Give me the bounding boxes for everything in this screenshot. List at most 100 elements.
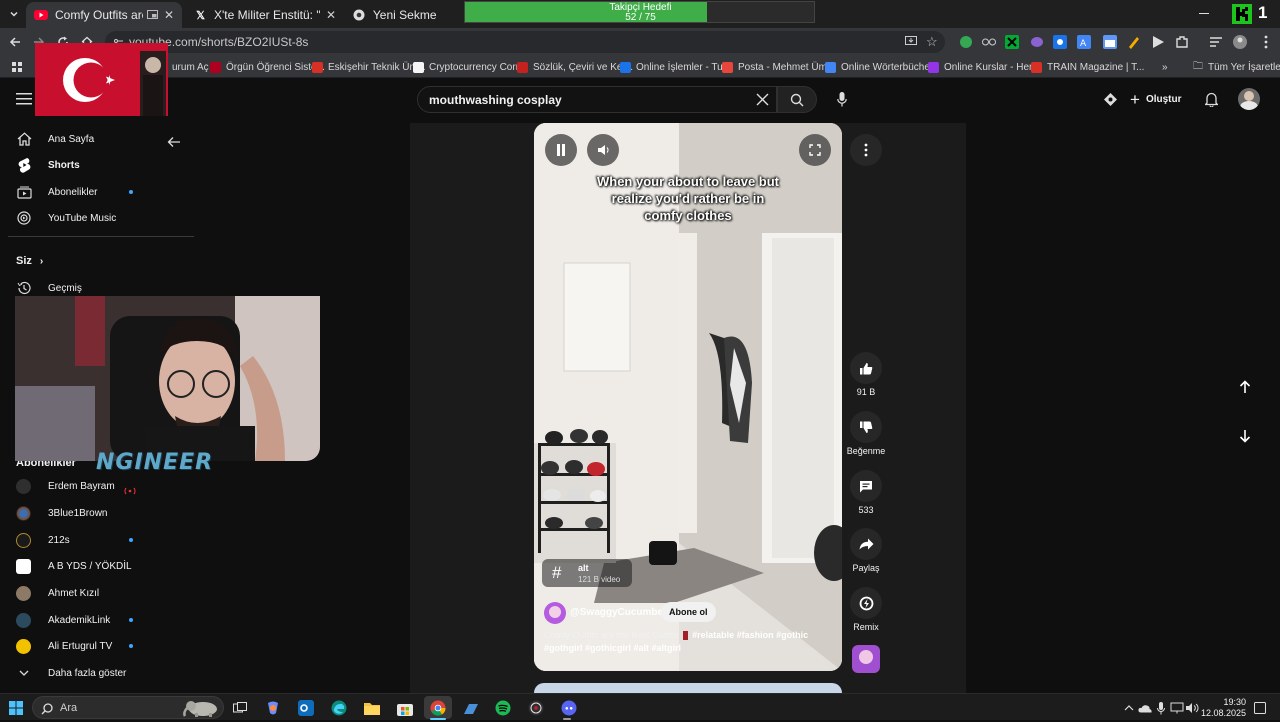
extension-pen-icon[interactable] [1124, 32, 1144, 52]
bookmark-item[interactable]: Online İşlemler - Tu... [620, 59, 731, 75]
bookmark-item[interactable]: Posta - Mehmet Üm... [722, 59, 835, 75]
comments-button[interactable] [850, 470, 882, 502]
show-more-subscriptions[interactable]: Daha fazla göster [16, 664, 126, 682]
reading-list-icon[interactable] [1206, 32, 1226, 52]
subscription-item-akademiklink[interactable]: AkademikLink [16, 611, 110, 629]
account-avatar[interactable] [1238, 88, 1260, 110]
bookmark-item[interactable]: Eskişehir Teknik Üni... [312, 59, 426, 75]
subscription-item-ali-ertugrul-tv[interactable]: Ali Ertugrul TV [16, 637, 112, 655]
bookmark-item[interactable]: TRAIN Magazine | T... [1031, 59, 1144, 75]
obs-studio-icon[interactable] [526, 698, 546, 718]
copilot-icon[interactable] [263, 698, 283, 718]
task-view-icon[interactable] [230, 698, 250, 718]
back-icon[interactable] [5, 32, 25, 52]
fullscreen-button[interactable] [799, 134, 831, 166]
channel-avatar[interactable] [544, 602, 566, 624]
you-section-heading[interactable]: Siz › [16, 255, 43, 267]
subscribe-button[interactable]: Abone ol [661, 602, 716, 622]
tab-new-tab[interactable]: Yeni Sekme [344, 2, 444, 28]
extension-play-icon[interactable] [1148, 32, 1168, 52]
more-bookmarks-chevron-icon[interactable]: » [1162, 59, 1168, 75]
mute-button[interactable] [587, 134, 619, 166]
subscription-item-3blue1brown[interactable]: 3Blue1Brown [16, 504, 107, 522]
youtube-search-input[interactable] [429, 93, 749, 107]
voice-search-microphone-icon[interactable] [832, 89, 852, 109]
outlook-icon[interactable] [296, 698, 316, 718]
bookmark-item[interactable]: Sözlük, Çeviri ve Kel... [517, 59, 633, 75]
tab-youtube-short[interactable]: Comfy Outfits are the Best ✕ [26, 2, 182, 28]
pause-button[interactable] [545, 134, 577, 166]
microsoft-store-icon[interactable] [395, 698, 415, 718]
bookmark-item[interactable]: Cryptocurrency Corr... [413, 59, 527, 75]
profile-avatar-icon[interactable] [1230, 32, 1250, 52]
bookmarks-bar: urum Aç Örgün Öğrenci Siste... Eskişehir… [0, 56, 1280, 78]
app-screenshot-icon[interactable] [461, 698, 481, 718]
create-button[interactable]: + Oluştur [1130, 89, 1182, 109]
tab-x-post[interactable]: 𝕏 X'te Militer Enstitü: "Ekrem İmam ✕ [186, 2, 344, 28]
hashtag-chip[interactable]: # alt 121 B video [542, 559, 632, 587]
sidebar-item-youtube-music[interactable]: YouTube Music [16, 209, 116, 227]
notification-center-icon[interactable] [1250, 698, 1270, 718]
next-short-arrow-icon[interactable] [1235, 426, 1255, 446]
subscription-item-ab-yds[interactable]: A B YDS / YÖKDİL [16, 557, 132, 575]
previous-short-arrow-icon[interactable] [1235, 377, 1255, 397]
windows-start-icon[interactable] [6, 698, 26, 718]
install-app-icon[interactable] [904, 34, 918, 53]
taskbar-search-box[interactable]: Ara [32, 696, 224, 719]
youtube-favicon-icon [34, 8, 48, 22]
extension-x-icon[interactable] [1002, 32, 1022, 52]
bookmark-item[interactable]: Online Kurslar - Her... [928, 59, 1040, 75]
chrome-taskbar-icon[interactable] [424, 696, 452, 719]
extension-camera-icon[interactable] [1050, 32, 1070, 52]
subscription-item-212s[interactable]: 212s [16, 531, 70, 549]
remix-button[interactable] [850, 587, 882, 619]
studio-icon[interactable] [1100, 89, 1120, 109]
edge-browser-icon[interactable] [329, 698, 349, 718]
like-button[interactable] [850, 352, 882, 384]
sidebar-item-shorts[interactable]: Shorts [16, 156, 80, 174]
extension-purple-icon[interactable] [1027, 32, 1047, 52]
extension-translate-icon[interactable]: A [1074, 32, 1094, 52]
picture-in-picture-icon[interactable] [146, 8, 158, 22]
discord-icon[interactable] [559, 698, 579, 718]
sound-thumbnail[interactable] [852, 645, 880, 673]
subscription-item-ahmet-kizil[interactable]: Ahmet Kızıl [16, 584, 99, 602]
notifications-bell-icon[interactable] [1201, 89, 1221, 109]
address-bar[interactable]: youtube.com/shorts/BZO2IUSt-8s ☆ [105, 31, 945, 53]
bookmark-star-icon[interactable]: ☆ [926, 34, 938, 50]
back-arrow-icon[interactable] [164, 132, 184, 152]
extension-shield-icon[interactable] [956, 32, 976, 52]
taskbar-clock[interactable]: 19:30 12.08.2025 [1196, 697, 1246, 719]
sidebar-item-subscriptions[interactable]: Abonelikler [16, 183, 97, 201]
dislike-button[interactable] [850, 411, 882, 443]
bookmark-item[interactable]: Online Wörterbüche... [825, 59, 938, 75]
share-button[interactable] [850, 528, 882, 560]
youtube-search-button[interactable] [777, 86, 817, 113]
file-explorer-icon[interactable] [362, 698, 382, 718]
minimize-window-icon[interactable] [1194, 4, 1214, 24]
sidebar-item-home[interactable]: Ana Sayfa [16, 130, 94, 148]
bookmark-item[interactable]: urum Aç [172, 59, 209, 75]
close-tab-icon[interactable]: ✕ [164, 8, 174, 22]
hamburger-menu-icon[interactable] [14, 89, 34, 109]
all-bookmarks-folder[interactable]: 🗀 Tüm Yer İşaretleri [1193, 59, 1280, 75]
spotify-icon[interactable] [493, 698, 513, 718]
video-description[interactable]: Comfy Outfits are the Best Outfits #rela… [544, 629, 834, 655]
extensions-puzzle-icon[interactable] [1172, 32, 1192, 52]
tab-search-icon[interactable] [4, 4, 24, 24]
bookmark-item[interactable]: Örgün Öğrenci Siste... [210, 59, 325, 75]
channel-avatar [16, 558, 31, 574]
apps-grid-icon[interactable] [7, 57, 27, 77]
subscription-item-erdem-bayram[interactable]: Erdem Bayram [16, 477, 115, 495]
sidebar-item-history[interactable]: Geçmiş [16, 279, 82, 297]
extension-glasses-icon[interactable] [979, 32, 999, 52]
close-tab-icon[interactable]: ✕ [326, 8, 336, 22]
channel-handle[interactable]: @SwaggyCucumber [570, 607, 667, 618]
clear-search-icon[interactable] [756, 93, 769, 111]
more-options-button[interactable] [850, 134, 882, 166]
extension-calendar-icon[interactable] [1100, 32, 1120, 52]
short-video-player[interactable]: When your about to leave but realize you… [534, 123, 842, 671]
bookmark-favicon-icon [210, 61, 221, 73]
plus-icon: + [1130, 89, 1140, 109]
chrome-menu-icon[interactable] [1256, 32, 1276, 52]
